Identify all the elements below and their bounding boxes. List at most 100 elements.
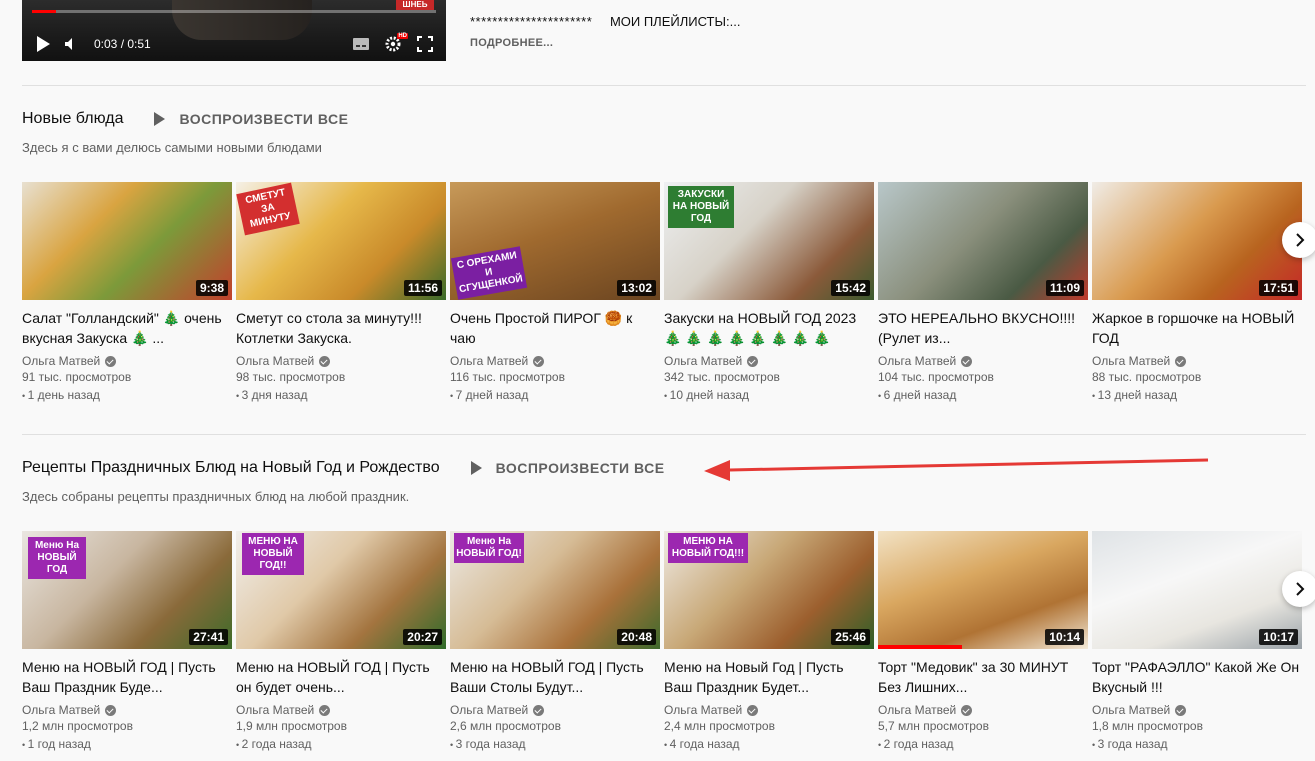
channel-name-row[interactable]: Ольга Матвей — [664, 354, 874, 368]
video-thumbnail[interactable]: СМЕТУТ ЗА МИНУТУ 11:56 — [236, 182, 446, 300]
video-card[interactable]: 10:14 Торт "Медовик" за 30 МИНУТ Без Лишн… — [878, 531, 1088, 754]
channel-name-row[interactable]: Ольга Матвей — [1092, 703, 1302, 717]
video-views: 91 тыс. просмотров — [22, 370, 132, 384]
video-title[interactable]: Очень Простой ПИРОГ 🥮 к чаю — [450, 308, 660, 348]
video-title[interactable]: ЭТО НЕРЕАЛЬНО ВКУСНО!!!! (Рулет из... — [878, 308, 1088, 348]
video-title[interactable]: Закуски на НОВЫЙ ГОД 2023 🎄 🎄 🎄 🎄 🎄 🎄 🎄 … — [664, 308, 874, 348]
video-card[interactable]: МЕНЮ НА НОВЫЙ ГОД!! 20:27 Меню на НОВЫЙ ГО… — [236, 531, 446, 754]
player-progress-bar[interactable] — [32, 10, 436, 13]
video-card[interactable]: МЕНЮ НА НОВЫЙ ГОД!!! 25:46 Меню на Новый Г… — [664, 531, 874, 754]
video-thumbnail[interactable]: 10:17 — [1092, 531, 1302, 649]
channel-name-row[interactable]: Ольга Матвей — [878, 703, 1088, 717]
video-title[interactable]: Меню на Новый Год | Пусть Ваш Праздник Б… — [664, 657, 874, 697]
video-card[interactable]: Меню На НОВЫЙ ГОД! 20:48 Меню на НОВЫЙ ГОД… — [450, 531, 660, 754]
video-card[interactable]: СМЕТУТ ЗА МИНУТУ 11:56 Сметут со стола за … — [236, 182, 446, 405]
video-title[interactable]: Меню на НОВЫЙ ГОД | Пусть он будет очень… — [236, 657, 446, 697]
play-all-button[interactable]: ВОСПРОИЗВЕСТИ ВСЕ — [468, 460, 665, 476]
video-age: 4 года назад — [664, 735, 874, 754]
video-duration: 25:46 — [831, 629, 870, 645]
video-title[interactable]: Торт "РАФАЭЛЛО" Какой Же Он Вкусный !!! — [1092, 657, 1302, 697]
shelf-next-button[interactable] — [1282, 571, 1315, 607]
play-icon[interactable] — [34, 35, 52, 53]
play-all-label: ВОСПРОИЗВЕСТИ ВСЕ — [179, 111, 349, 127]
video-age: 3 дня назад — [236, 386, 446, 405]
channel-name-row[interactable]: Ольга Матвей — [236, 703, 446, 717]
video-views: 342 тыс. просмотров — [664, 370, 780, 384]
channel-name-row[interactable]: Ольга Матвей — [664, 703, 874, 717]
channel-name-row[interactable]: Ольга Матвей — [1092, 354, 1302, 368]
video-title[interactable]: Меню на НОВЫЙ ГОД | Пусть Ваш Праздник Б… — [22, 657, 232, 697]
shelf-subtitle: Здесь собраны рецепты праздничных блюд н… — [22, 489, 410, 504]
video-card[interactable]: 17:51 Жаркое в горшочке на НОВЫЙ ГОД Ольга… — [1092, 182, 1302, 405]
player-controls: 0:03 / 0:51 HD — [22, 27, 446, 61]
channel-name-row[interactable]: Ольга Матвей — [22, 354, 232, 368]
shelf-title[interactable]: Новые блюда — [22, 110, 123, 128]
watched-progress-bar — [878, 645, 962, 649]
channel-name-row[interactable]: Ольга Матвей — [878, 354, 1088, 368]
channel-name[interactable]: Ольга Матвей — [22, 703, 100, 717]
channel-name[interactable]: Ольга Матвей — [878, 354, 956, 368]
video-card[interactable]: 9:38 Салат "Голландский" 🎄 очень вкусная … — [22, 182, 232, 405]
video-title[interactable]: Сметут со стола за минуту!!! Котлетки За… — [236, 308, 446, 348]
annotation-arrow — [704, 458, 1209, 481]
channel-description: ********************** МОИ ПЛЕЙЛИСТЫ:... — [470, 14, 740, 29]
channel-name[interactable]: Ольга Матвей — [1092, 354, 1170, 368]
video-card[interactable]: С ОРЕХАМИ И СГУЩЕНКОЙ 13:02 Очень Простой … — [450, 182, 660, 405]
video-views: 1,2 млн просмотров — [22, 719, 133, 733]
video-row-new-dishes: 9:38 Салат "Голландский" 🎄 очень вкусная … — [22, 182, 1315, 422]
settings-gear-icon[interactable]: HD — [384, 33, 408, 52]
video-thumbnail[interactable]: 11:09 — [878, 182, 1088, 300]
verified-check-icon — [533, 355, 545, 367]
video-views: 5,7 млн просмотров — [878, 719, 989, 733]
video-card[interactable]: Меню На НОВЫЙ ГОД 27:41 Меню на НОВЫЙ ГОД … — [22, 531, 232, 754]
play-all-label: ВОСПРОИЗВЕСТИ ВСЕ — [495, 460, 665, 476]
video-thumbnail[interactable]: 9:38 — [22, 182, 232, 300]
video-thumbnail[interactable]: С ОРЕХАМИ И СГУЩЕНКОЙ 13:02 — [450, 182, 660, 300]
video-thumbnail[interactable]: 17:51 — [1092, 182, 1302, 300]
video-thumbnail[interactable]: 10:14 — [878, 531, 1088, 649]
channel-name-row[interactable]: Ольга Матвей — [236, 354, 446, 368]
video-title[interactable]: Торт "Медовик" за 30 МИНУТ Без Лишних... — [878, 657, 1088, 697]
video-card[interactable]: 11:09 ЭТО НЕРЕАЛЬНО ВКУСНО!!!! (Рулет из.… — [878, 182, 1088, 405]
video-age: 1 год назад — [22, 735, 232, 754]
video-player[interactable]: ШНЕЬ 0:03 / 0:51 HD — [22, 0, 446, 61]
video-thumbnail[interactable]: Меню На НОВЫЙ ГОД! 20:48 — [450, 531, 660, 649]
play-all-button[interactable]: ВОСПРОИЗВЕСТИ ВСЕ — [151, 111, 348, 127]
video-title[interactable]: Салат "Голландский" 🎄 очень вкусная Заку… — [22, 308, 232, 348]
channel-name[interactable]: Ольга Матвей — [236, 354, 314, 368]
channel-name-row[interactable]: Ольга Матвей — [22, 703, 232, 717]
channel-name[interactable]: Ольга Матвей — [236, 703, 314, 717]
subtitles-icon[interactable] — [352, 36, 370, 52]
video-thumbnail[interactable]: МЕНЮ НА НОВЫЙ ГОД!!! 25:46 — [664, 531, 874, 649]
channel-name[interactable]: Ольга Матвей — [664, 703, 742, 717]
channel-name-row[interactable]: Ольга Матвей — [450, 354, 660, 368]
channel-name[interactable]: Ольга Матвей — [450, 354, 528, 368]
more-link[interactable]: ПОДРОБНЕЕ... — [470, 37, 553, 49]
video-duration: 27:41 — [189, 629, 228, 645]
video-thumbnail[interactable]: ЗАКУСКИ НА НОВЫЙ ГОД 15:42 — [664, 182, 874, 300]
thumbnail-text: Меню На НОВЫЙ ГОД — [28, 537, 86, 579]
video-card[interactable]: ЗАКУСКИ НА НОВЫЙ ГОД 15:42 Закуски на НОВЫ… — [664, 182, 874, 405]
video-card[interactable]: 10:17 Торт "РАФАЭЛЛО" Какой Же Он Вкусный… — [1092, 531, 1302, 754]
video-age: 7 дней назад — [450, 386, 660, 405]
volume-icon[interactable] — [64, 37, 78, 51]
video-title[interactable]: Жаркое в горшочке на НОВЫЙ ГОД — [1092, 308, 1302, 348]
channel-name[interactable]: Ольга Матвей — [1092, 703, 1170, 717]
shelf-title[interactable]: Рецепты Праздничных Блюд на Новый Год и … — [22, 459, 440, 477]
video-duration: 13:02 — [617, 280, 656, 296]
thumbnail-text: МЕНЮ НА НОВЫЙ ГОД!! — [242, 533, 304, 575]
shelf-header-holiday-recipes: Рецепты Праздничных Блюд на Новый Год и … — [22, 459, 665, 477]
shelf-subtitle: Здесь я с вами делюсь самыми новыми блюд… — [22, 140, 322, 155]
channel-name[interactable]: Ольга Матвей — [22, 354, 100, 368]
thumbnail-text: СМЕТУТ ЗА МИНУТУ — [236, 182, 300, 236]
channel-name[interactable]: Ольга Матвей — [450, 703, 528, 717]
fullscreen-icon[interactable] — [416, 36, 434, 52]
video-title[interactable]: Меню на НОВЫЙ ГОД | Пусть Ваши Столы Буд… — [450, 657, 660, 697]
channel-name-row[interactable]: Ольга Матвей — [450, 703, 660, 717]
video-age: 13 дней назад — [1092, 386, 1302, 405]
video-thumbnail[interactable]: МЕНЮ НА НОВЫЙ ГОД!! 20:27 — [236, 531, 446, 649]
channel-name[interactable]: Ольга Матвей — [664, 354, 742, 368]
channel-name[interactable]: Ольга Матвей — [878, 703, 956, 717]
video-thumbnail[interactable]: Меню На НОВЫЙ ГОД 27:41 — [22, 531, 232, 649]
shelf-next-button[interactable] — [1282, 222, 1315, 258]
